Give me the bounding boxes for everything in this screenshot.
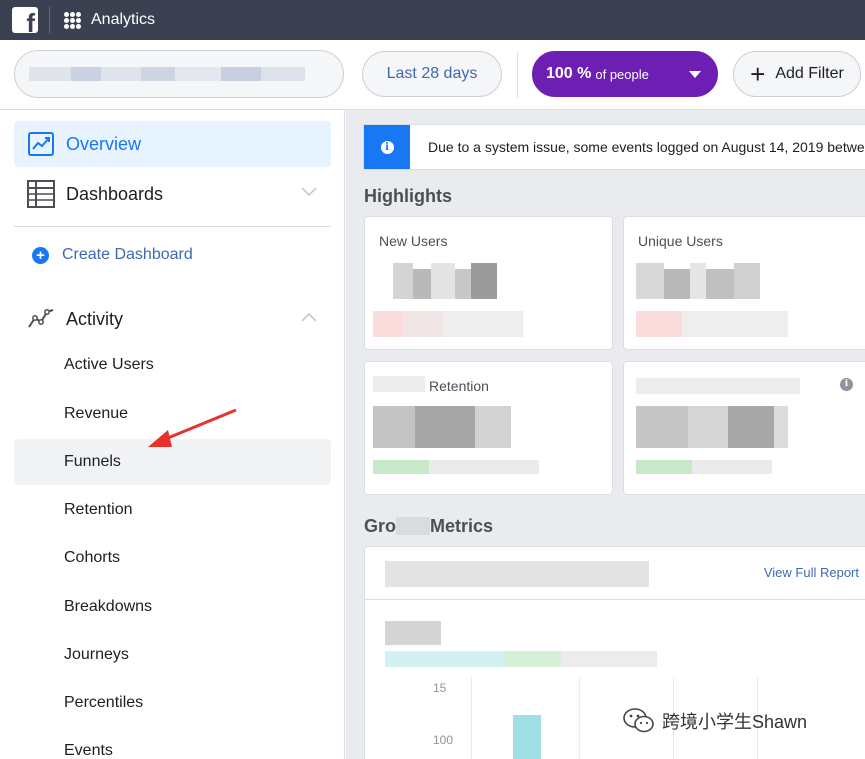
- sidebar-item-retention[interactable]: Retention: [14, 487, 331, 533]
- sidebar-item-journeys[interactable]: Journeys: [14, 632, 331, 678]
- filter-divider: [517, 52, 518, 98]
- activity-line-icon: [27, 305, 55, 333]
- top-bar: f Analytics: [0, 0, 865, 40]
- sidebar-item-active-users[interactable]: Active Users: [14, 342, 331, 388]
- unique-users-label: Unique Users: [638, 233, 723, 249]
- dashboard-grid-icon: [27, 180, 55, 208]
- watermark: 跨境小学生Shawn: [622, 706, 807, 736]
- new-users-card[interactable]: New Users: [364, 216, 613, 350]
- y-tick-label: 100: [433, 733, 454, 747]
- sidebar-item-activity[interactable]: Activity: [14, 296, 331, 342]
- filter-bar: Last 28 days 100 % of people + Add Filte…: [0, 40, 865, 110]
- people-percent-dropdown[interactable]: 100 % of people: [532, 51, 718, 97]
- unique-users-card[interactable]: Unique Users: [623, 216, 865, 350]
- people-percent-value: 100 %: [546, 65, 592, 82]
- notice-text: Due to a system issue, some events logge…: [428, 139, 865, 155]
- info-icon[interactable]: i: [840, 378, 853, 391]
- people-percent-suffix: of people: [595, 66, 649, 82]
- notice-icon-box: i: [364, 125, 410, 169]
- view-full-report-link[interactable]: View Full Report: [764, 565, 859, 580]
- sidebar-item-revenue[interactable]: Revenue: [14, 391, 331, 437]
- caret-down-icon: [689, 71, 701, 78]
- plus-icon: +: [750, 59, 766, 89]
- wechat-logo-icon: [623, 708, 654, 733]
- blurred-metric-card[interactable]: i: [623, 361, 865, 495]
- new-users-label: New Users: [379, 233, 448, 249]
- chart-gridline: [579, 677, 580, 759]
- add-filter-label: Add Filter: [775, 65, 844, 82]
- sidebar-item-events[interactable]: Events: [14, 728, 331, 759]
- plus-circle-icon: +: [32, 246, 49, 264]
- y-tick-label: 15: [433, 681, 447, 695]
- main-content: i Due to a system issue, some events log…: [346, 110, 865, 759]
- chevron-up-icon[interactable]: [301, 312, 317, 322]
- info-icon: i: [380, 140, 394, 154]
- sidebar-item-overview[interactable]: Overview: [14, 121, 331, 167]
- create-dashboard-label: Create Dashboard: [62, 246, 193, 263]
- sidebar: Overview Dashboards + Create Dashboard A…: [0, 110, 345, 759]
- highlights-title: Highlights: [364, 186, 452, 206]
- sidebar-item-dashboards[interactable]: Dashboards: [14, 171, 331, 217]
- sidebar-item-label: Activity: [66, 308, 124, 329]
- retention-card[interactable]: Retention: [364, 361, 613, 495]
- trend-chart-icon: [27, 130, 55, 158]
- sidebar-divider: [14, 226, 331, 227]
- system-notice-banner: i Due to a system issue, some events log…: [363, 124, 865, 170]
- facebook-logo-icon[interactable]: f: [12, 7, 38, 33]
- sidebar-item-percentiles[interactable]: Percentiles: [14, 680, 331, 726]
- sidebar-item-label: Dashboards: [66, 183, 164, 204]
- add-filter-button[interactable]: + Add Filter: [733, 51, 861, 97]
- sidebar-item-funnels[interactable]: Funnels: [14, 439, 331, 485]
- sidebar-item-cohorts[interactable]: Cohorts: [14, 535, 331, 581]
- sidebar-item-breakdowns[interactable]: Breakdowns: [14, 584, 331, 630]
- chart-gridline: [471, 677, 472, 759]
- chart-bar-blurred: [513, 715, 541, 759]
- app-selector-blurred[interactable]: [14, 50, 344, 98]
- create-dashboard-link[interactable]: + Create Dashboard: [32, 246, 193, 264]
- sidebar-item-label: Overview: [66, 133, 142, 154]
- date-range-button[interactable]: Last 28 days: [362, 51, 502, 97]
- app-title: Analytics: [91, 11, 156, 28]
- growth-metrics-title: Gro Metrics: [364, 516, 494, 536]
- watermark-text: 跨境小学生Shawn: [662, 712, 808, 732]
- retention-label: Retention: [429, 378, 489, 394]
- chevron-down-icon[interactable]: [301, 187, 317, 197]
- apps-grid-icon[interactable]: [64, 11, 81, 29]
- topbar-divider: [49, 7, 50, 33]
